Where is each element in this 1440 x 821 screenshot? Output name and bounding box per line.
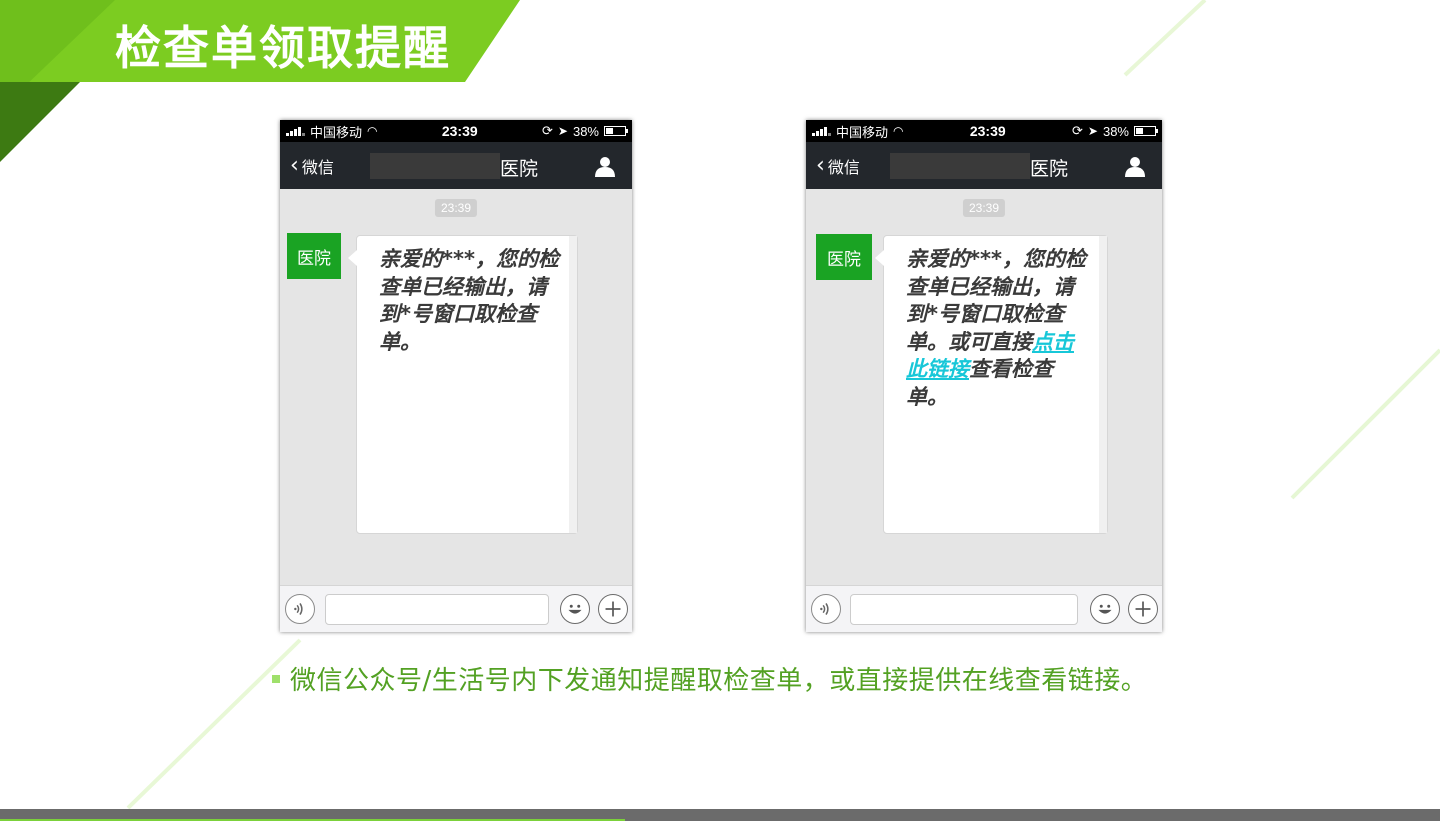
emoji-icon[interactable] xyxy=(1090,594,1120,624)
chat-area: 23:39 医院 亲爱的***，您的检查单已经输出，请到*号窗口取检查单。或可直… xyxy=(806,189,1162,585)
status-time: 23:39 xyxy=(969,123,1006,139)
emoji-icon[interactable] xyxy=(560,594,590,624)
chat-title: 医院 xyxy=(1030,158,1069,180)
status-bar: 中国移动 ◠ 23:39 ⟳ ➤ 38% xyxy=(280,120,632,142)
chat-input-bar xyxy=(806,585,1162,632)
battery-icon xyxy=(1134,126,1158,136)
bubble-scroll-track xyxy=(1099,236,1107,533)
wifi-icon: ◠ xyxy=(893,124,904,138)
page-title: 检查单领取提醒 xyxy=(115,21,451,75)
bullet-square-icon xyxy=(272,674,280,683)
back-label: 微信 xyxy=(827,157,860,177)
message-input[interactable] xyxy=(325,594,549,625)
title-banner-shadow xyxy=(0,82,80,162)
phone-screenshot-left: 中国移动 ◠ 23:39 ⟳ ➤ 38% ‹ 微信 医院 23:39 医院 亲爱… xyxy=(280,120,632,632)
battery-percent: 38% xyxy=(1102,123,1129,139)
message-text: 亲爱的***，您的检查单已经输出，请到*号窗口取检查单。 xyxy=(379,247,559,354)
phone-screenshot-right: 中国移动 ◠ 23:39 ⟳ ➤ 38% ‹ 微信 医院 23:39 医院 亲爱… xyxy=(806,120,1162,632)
rotation-lock-icon: ⟳ xyxy=(1072,123,1083,138)
sender-avatar[interactable]: 医院 xyxy=(816,234,872,280)
chevron-left-icon: ‹ xyxy=(816,152,825,178)
signal-icon xyxy=(812,126,831,136)
plus-icon[interactable] xyxy=(1128,594,1158,624)
message-bubble: 亲爱的***，您的检查单已经输出，请到*号窗口取检查单。 xyxy=(348,235,578,534)
chat-nav-bar: ‹ 微信 医院 xyxy=(806,142,1162,189)
back-button[interactable]: ‹ 微信 xyxy=(280,154,334,178)
signal-icon xyxy=(286,126,305,136)
contact-profile-icon[interactable] xyxy=(1124,155,1146,177)
message-input[interactable] xyxy=(850,594,1078,625)
caption-row: 微信公众号/生活号内下发通知提醒取检查单，或直接提供在线查看链接。 xyxy=(272,660,1147,697)
message-timestamp: 23:39 xyxy=(962,199,1006,217)
location-arrow-icon: ➤ xyxy=(1087,124,1098,138)
background-decoration xyxy=(126,0,1440,810)
sender-avatar[interactable]: 医院 xyxy=(287,233,341,279)
chat-area: 23:39 医院 亲爱的***，您的检查单已经输出，请到*号窗口取检查单。 xyxy=(280,189,632,585)
voice-input-icon[interactable] xyxy=(811,594,841,624)
carrier-name: 中国移动 xyxy=(310,124,363,140)
battery-icon xyxy=(604,126,628,136)
rotation-lock-icon: ⟳ xyxy=(542,123,553,138)
contact-profile-icon[interactable] xyxy=(594,155,616,177)
chat-input-bar xyxy=(280,585,632,632)
message-bubble: 亲爱的***，您的检查单已经输出，请到*号窗口取检查单。或可直接点击此链接查看检… xyxy=(875,235,1108,534)
status-bar: 中国移动 ◠ 23:39 ⟳ ➤ 38% xyxy=(806,120,1162,142)
battery-percent: 38% xyxy=(572,123,599,139)
wifi-icon: ◠ xyxy=(367,124,378,138)
redacted-name-block xyxy=(890,153,1030,179)
message-timestamp: 23:39 xyxy=(434,199,478,217)
redacted-name-block xyxy=(370,153,500,179)
plus-icon[interactable] xyxy=(598,594,628,624)
chat-title: 医院 xyxy=(500,158,539,180)
voice-input-icon[interactable] xyxy=(285,594,315,624)
slide-caption: 微信公众号/生活号内下发通知提醒取检查单，或直接提供在线查看链接。 xyxy=(290,666,1148,696)
status-time: 23:39 xyxy=(441,123,478,139)
chevron-left-icon: ‹ xyxy=(290,152,299,178)
back-button[interactable]: ‹ 微信 xyxy=(806,154,860,178)
bubble-scroll-track xyxy=(569,236,577,533)
back-label: 微信 xyxy=(301,157,334,177)
location-arrow-icon: ➤ xyxy=(557,124,568,138)
carrier-name: 中国移动 xyxy=(836,124,889,140)
chat-nav-bar: ‹ 微信 医院 xyxy=(280,142,632,189)
